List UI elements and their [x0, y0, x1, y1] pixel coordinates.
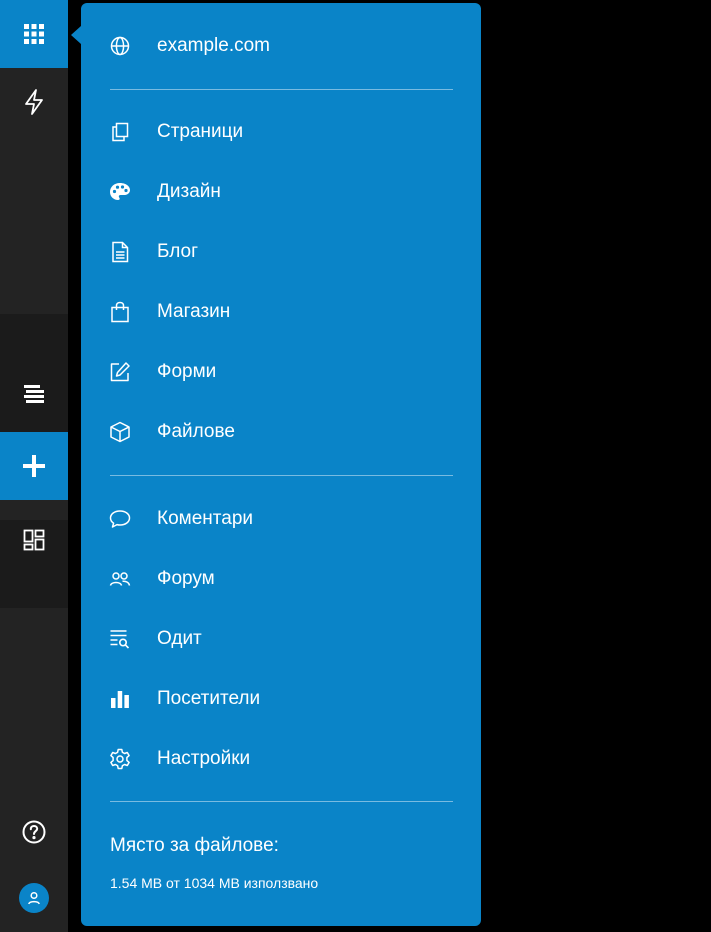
- globe-icon: [108, 34, 132, 58]
- user-icon: [28, 891, 40, 905]
- menu-item-label: Форми: [157, 361, 217, 382]
- help-icon: [22, 820, 46, 844]
- dashboard-icon: [23, 529, 45, 551]
- palette-icon: [108, 180, 132, 204]
- divider: [110, 89, 453, 90]
- menu-item-blog[interactable]: Блог: [81, 222, 481, 282]
- menu-item-visitors[interactable]: Посетители: [81, 669, 481, 729]
- divider: [110, 475, 453, 476]
- bar-chart-icon: [108, 687, 132, 711]
- avatar: [19, 883, 49, 913]
- dashboard-button[interactable]: [0, 506, 68, 574]
- panel-pointer: [71, 26, 81, 44]
- pages-icon: [108, 120, 132, 144]
- menu-item-forms[interactable]: Форми: [81, 342, 481, 402]
- menu-item-label: Посетители: [157, 688, 261, 709]
- quick-actions-button[interactable]: [0, 68, 68, 136]
- audit-icon: [108, 627, 132, 651]
- menu-item-files[interactable]: Файлове: [81, 402, 481, 462]
- menu-item-label: Блог: [157, 241, 199, 262]
- lightning-icon: [25, 89, 43, 115]
- document-icon: [108, 240, 132, 264]
- apps-button[interactable]: [0, 0, 68, 68]
- menu-item-design[interactable]: Дизайн: [81, 162, 481, 222]
- box-icon: [108, 420, 132, 444]
- menu-item-audit[interactable]: Одит: [81, 609, 481, 669]
- users-icon: [108, 567, 132, 591]
- layers-icon: [24, 385, 44, 403]
- menu-item-shop[interactable]: Магазин: [81, 282, 481, 342]
- add-button[interactable]: [0, 432, 68, 500]
- site-menu-panel: example.com Страници Дизайн Блог Магазин…: [81, 3, 481, 926]
- menu-item-pages[interactable]: Страници: [81, 102, 481, 162]
- menu-item-label: Магазин: [157, 301, 231, 322]
- menu-item-label: Настройки: [157, 748, 251, 769]
- shopping-bag-icon: [108, 300, 132, 324]
- site-domain-item[interactable]: example.com: [81, 16, 481, 76]
- user-button[interactable]: [0, 864, 68, 932]
- plus-icon: [23, 455, 45, 477]
- menu-item-label: Форум: [157, 568, 215, 589]
- menu-item-comments[interactable]: Коментари: [81, 489, 481, 549]
- menu-item-forum[interactable]: Форум: [81, 549, 481, 609]
- site-domain: example.com: [157, 35, 270, 56]
- apps-grid-icon: [24, 24, 44, 44]
- menu-item-settings[interactable]: Настройки: [81, 729, 481, 789]
- menu-item-label: Одит: [157, 628, 202, 649]
- storage-usage: 1.54 MB от 1034 MB използвано: [110, 875, 319, 891]
- edit-icon: [108, 360, 132, 384]
- storage-title: Място за файлове:: [110, 835, 279, 856]
- layers-button[interactable]: [0, 360, 68, 428]
- gear-icon: [108, 747, 132, 771]
- menu-item-label: Коментари: [157, 508, 253, 529]
- help-button[interactable]: [0, 798, 68, 866]
- menu-item-label: Дизайн: [157, 181, 221, 202]
- menu-item-label: Файлове: [157, 421, 235, 442]
- left-rail: [0, 0, 68, 932]
- comment-icon: [108, 507, 132, 531]
- divider: [110, 801, 453, 802]
- menu-item-label: Страници: [157, 121, 244, 142]
